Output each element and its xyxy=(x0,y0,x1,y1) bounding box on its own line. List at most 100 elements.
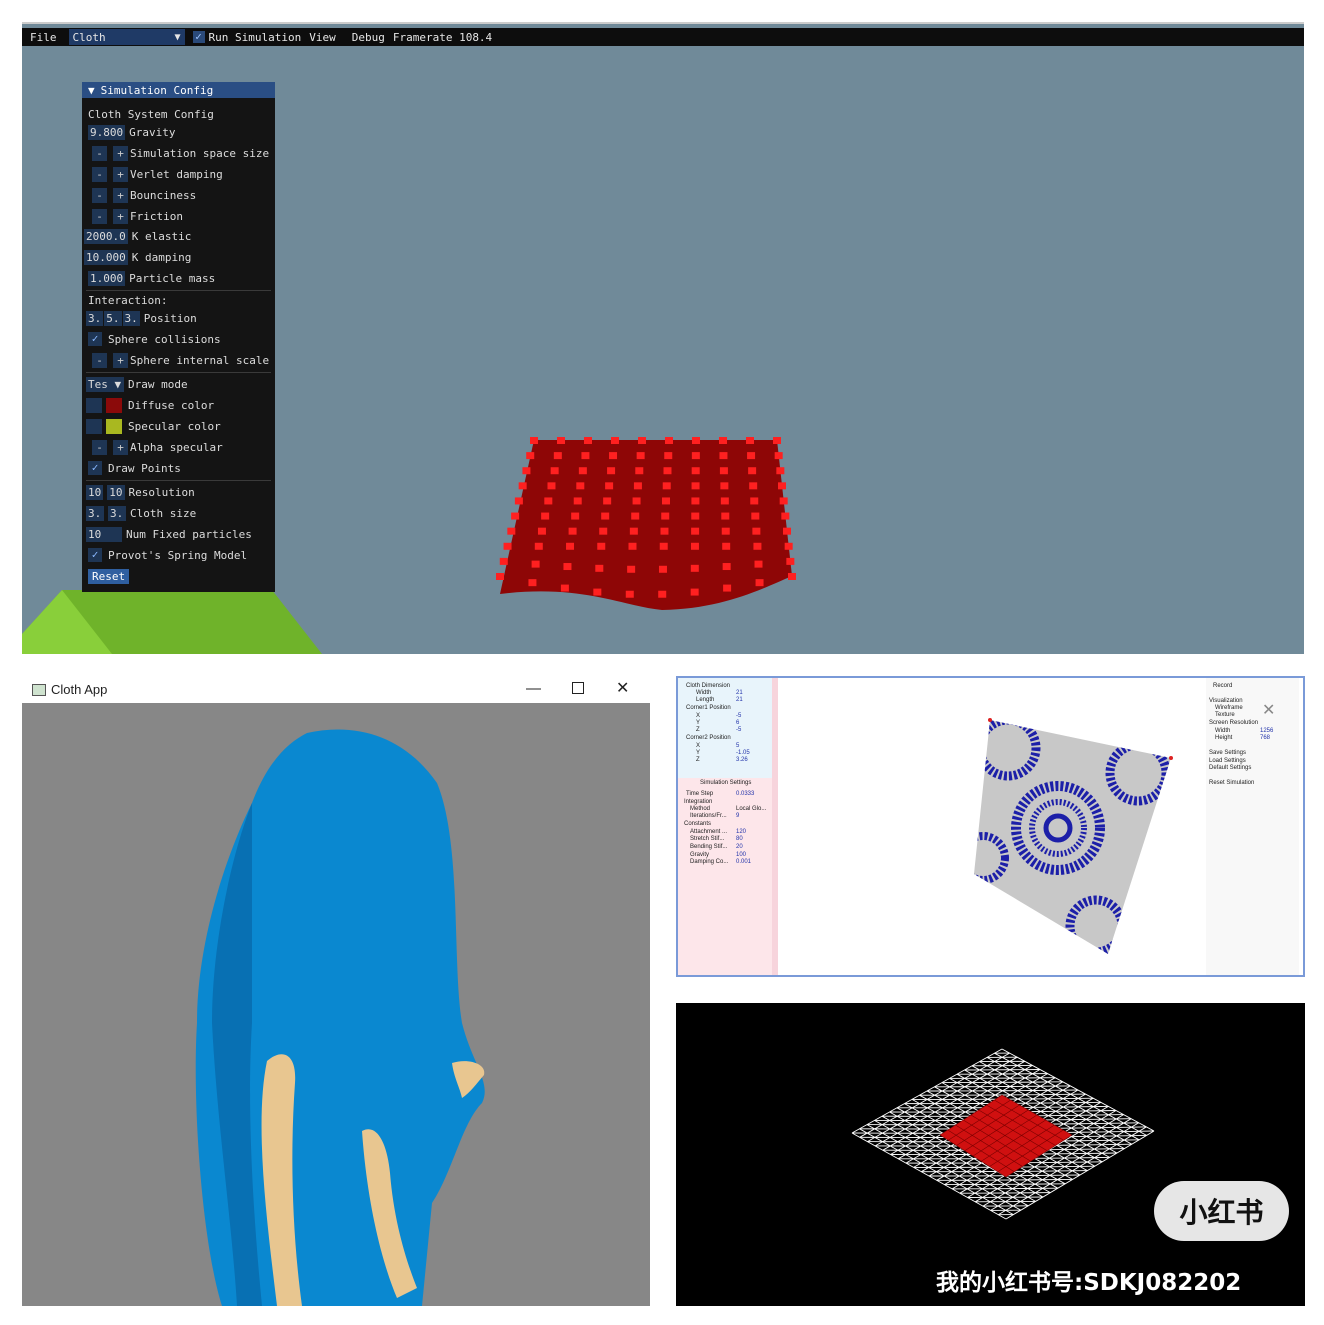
cloth-particle xyxy=(661,512,670,520)
position-z-input[interactable]: 3. xyxy=(122,310,140,326)
minus-button[interactable]: - xyxy=(92,439,107,455)
cloth-particle xyxy=(530,437,538,444)
cloth-particle xyxy=(503,542,512,550)
minus-button[interactable]: - xyxy=(92,145,107,161)
fixed-particles-row: 10 Num Fixed particles xyxy=(86,526,252,542)
specular-input[interactable] xyxy=(86,418,102,434)
minimize-icon[interactable]: — xyxy=(526,680,541,697)
stretch-value[interactable]: 80 xyxy=(736,836,743,842)
provot-checkbox[interactable]: ✓ xyxy=(88,548,102,562)
sim-settings-heading: Simulation Settings xyxy=(700,780,752,786)
minus-button[interactable]: - xyxy=(92,166,107,182)
maximize-icon[interactable] xyxy=(572,682,584,694)
attachment-value[interactable]: 120 xyxy=(736,829,746,835)
minus-button[interactable]: - xyxy=(92,352,107,368)
screen-width-value[interactable]: 1256 xyxy=(1260,728,1273,734)
c1y-value[interactable]: 6 xyxy=(736,720,739,726)
wireframe-label: Wireframe xyxy=(1215,705,1243,711)
screen-res-heading: Screen Resolution xyxy=(1209,720,1259,726)
space-size-label: Simulation space size xyxy=(130,146,270,160)
plus-button[interactable]: + xyxy=(113,439,128,455)
cloth-size-y-input[interactable]: 3. xyxy=(108,505,126,521)
cloth-particle xyxy=(611,437,619,444)
mass-input[interactable]: 1.000 xyxy=(88,270,126,286)
default-settings-button[interactable]: Default Settings xyxy=(1209,765,1251,771)
fixed-particles-input[interactable]: 10 xyxy=(86,526,122,542)
minus-button[interactable]: - xyxy=(92,208,107,224)
cloth-particle xyxy=(609,452,618,460)
draw-mode-select[interactable]: Tes ▼ xyxy=(86,376,124,392)
c1z-value[interactable]: -5 xyxy=(736,727,741,733)
cloth-particle xyxy=(511,512,520,520)
cloth-particle xyxy=(661,497,670,505)
method-value[interactable]: Local Glo... xyxy=(736,806,766,812)
damping-value[interactable]: 0.001 xyxy=(736,859,751,865)
cloth-mesh xyxy=(500,440,792,610)
cloth-particle xyxy=(499,557,508,565)
cloth-particle xyxy=(625,590,634,598)
simulation-config-titlebar[interactable]: ▼ Simulation Config xyxy=(82,82,275,98)
c2z-value[interactable]: 3.26 xyxy=(736,757,748,763)
kelastic-input[interactable]: 2000.0 xyxy=(84,228,128,244)
collapse-arrow-icon[interactable]: ▼ xyxy=(88,84,95,97)
cloth-particle xyxy=(571,512,580,520)
plus-button[interactable]: + xyxy=(113,145,128,161)
iterations-value[interactable]: 9 xyxy=(736,813,739,819)
load-settings-button[interactable]: Load Settings xyxy=(1209,758,1246,764)
time-step-value[interactable]: 0.0333 xyxy=(736,791,754,797)
bending-value[interactable]: 20 xyxy=(736,844,743,850)
corner-handle[interactable] xyxy=(988,718,992,722)
stretch-label: Stretch Stif... xyxy=(690,836,725,842)
draw-points-checkbox[interactable]: ✓ xyxy=(88,461,102,475)
record-label[interactable]: Record xyxy=(1213,683,1232,689)
specular-color-swatch[interactable] xyxy=(106,418,122,434)
plus-button[interactable]: + xyxy=(113,166,128,182)
diffuse-color-swatch[interactable] xyxy=(106,397,122,413)
cloth-size-x-input[interactable]: 3. xyxy=(86,505,104,521)
resolution-x-input[interactable]: 10 xyxy=(86,484,104,500)
cloth-particle xyxy=(599,527,608,535)
c2x-value[interactable]: 5 xyxy=(736,743,739,749)
position-row: 3. 5. 3. Position xyxy=(86,310,197,326)
c1x-value[interactable]: -5 xyxy=(736,713,741,719)
visualization-heading: Visualization xyxy=(1209,698,1243,704)
sphere-collisions-checkbox[interactable]: ✓ xyxy=(88,332,102,346)
reset-button[interactable]: Reset xyxy=(88,568,130,584)
diffuse-input[interactable] xyxy=(86,397,102,413)
position-x-input[interactable]: 3. xyxy=(86,310,104,326)
corner-handle[interactable] xyxy=(1169,756,1173,760)
plus-button[interactable]: + xyxy=(113,208,128,224)
divider xyxy=(86,290,271,291)
gravity-value-small[interactable]: 100 xyxy=(736,852,746,858)
cloth-particle xyxy=(665,437,673,444)
position-y-input[interactable]: 5. xyxy=(104,310,122,326)
minus-button[interactable]: - xyxy=(92,187,107,203)
simulation-config-window[interactable]: ▼ Simulation Config Cloth System Config … xyxy=(82,82,275,592)
c2y-value[interactable]: -1.05 xyxy=(736,750,750,756)
close-icon[interactable]: ✕ xyxy=(616,678,629,698)
cloth-particle xyxy=(518,482,527,490)
resolution-y-input[interactable]: 10 xyxy=(107,484,125,500)
divider xyxy=(86,372,271,373)
screen-height-value[interactable]: 768 xyxy=(1260,735,1270,741)
constants-heading: Constants xyxy=(684,821,712,827)
time-step-label: Time Step xyxy=(686,791,714,797)
mass-label: Particle mass xyxy=(129,271,216,285)
cloth-width-value[interactable]: 21 xyxy=(736,690,743,696)
plus-button[interactable]: + xyxy=(113,187,128,203)
cloth-particle xyxy=(719,467,728,475)
save-settings-button[interactable]: Save Settings xyxy=(1209,750,1246,756)
cloth-particle xyxy=(722,542,731,550)
close-icon[interactable]: ✕ xyxy=(1262,700,1275,719)
damping-label: Damping Co... xyxy=(690,859,729,865)
reset-simulation-button[interactable]: Reset Simulation xyxy=(1209,780,1254,786)
cloth-particle xyxy=(691,512,700,520)
cloth-particle xyxy=(691,497,700,505)
kdamping-input[interactable]: 10.000 xyxy=(84,249,128,265)
cloth-length-value[interactable]: 21 xyxy=(736,697,743,703)
cloth-particle xyxy=(748,467,757,475)
plus-button[interactable]: + xyxy=(113,352,128,368)
gravity-input[interactable]: 9.800 xyxy=(88,124,126,140)
cloth-particle xyxy=(593,588,602,596)
draw-mode-value: Tes xyxy=(88,377,108,391)
